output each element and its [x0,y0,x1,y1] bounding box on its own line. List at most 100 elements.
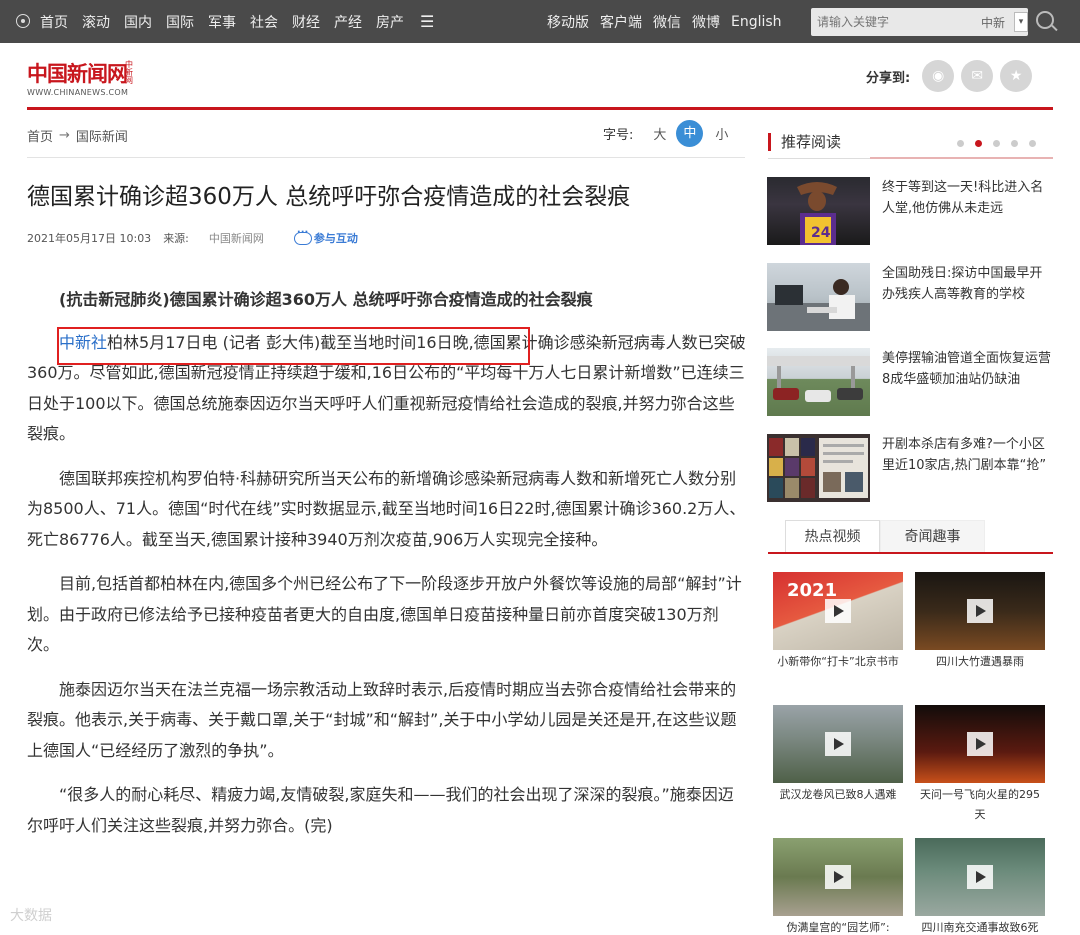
article-source[interactable]: 中国新闻网 [209,230,264,246]
video-thumbnail[interactable]: 2021 [773,572,903,650]
video-caption[interactable]: 小新带你“打卡”北京书市 [773,652,903,672]
video-caption[interactable]: 武汉龙卷风已致8人遇难 [773,785,903,805]
logo-chinese: 中国新闻网 [27,61,128,86]
video-caption[interactable]: 四川南充交通事故致6死 [915,918,1045,935]
font-size-large[interactable]: 大 [653,124,666,143]
nav-item-society[interactable]: 社会 [250,12,278,32]
nav-item-english[interactable]: English [731,14,782,30]
play-icon[interactable] [825,865,851,889]
play-icon[interactable] [967,865,993,889]
recommend-item[interactable]: 24 终于等到这一天!科比进入名人堂,他仿佛从未走远 [767,177,1057,245]
share-label: 分享到: [866,70,911,86]
video-card[interactable]: 2021 小新带你“打卡”北京书市 [773,572,903,672]
font-size-switcher: 字号: 大 中 小 [603,120,728,147]
article-date: 2021年05月17日 10:03 [27,232,152,245]
logo-english: WWW.CHINANEWS.COM [27,88,129,97]
play-icon[interactable] [967,732,993,756]
article-paragraph: 中新社柏林5月17日电 (记者 彭大伟)截至当地时间16日晚,德国累计确诊感染新… [27,328,747,450]
tab-oddities[interactable]: 奇闻趣事 [880,520,985,554]
play-icon[interactable] [967,599,993,623]
carousel-dot[interactable] [1029,140,1036,147]
comment-button[interactable]: 参与互动 [293,227,358,246]
video-card[interactable]: 四川大竹遭遇暴雨 [915,572,1045,672]
recommend-item-text[interactable]: 终于等到这一天!科比进入名人堂,他仿佛从未走远 [882,177,1054,219]
video-thumbnail[interactable] [915,572,1045,650]
kobe-photo-thumbnail[interactable]: 24 [767,177,870,245]
nav-item-international[interactable]: 国际 [166,12,194,32]
play-icon[interactable] [825,599,851,623]
article-body: (抗击新冠肺炎)德国累计确诊超360万人 总统呼吁弥合疫情造成的社会裂痕 中新社… [27,285,747,855]
wechat-share-icon[interactable]: ✉ [961,60,994,92]
script-kill-shop-photo-thumbnail[interactable] [767,434,870,502]
gas-station-photo-thumbnail[interactable] [767,348,870,416]
nav-item-industry[interactable]: 产经 [334,12,362,32]
nav-item-domestic[interactable]: 国内 [124,12,152,32]
agency-link[interactable]: 中新社 [59,333,107,352]
recommend-item[interactable]: 全国助残日:探访中国最早开办残疾人高等教育的学校 [767,263,1057,331]
video-caption[interactable]: 天问一号飞向火星的295天 [915,785,1045,825]
search-scope-label: 中新 [981,15,1006,30]
favorite-star-icon[interactable]: ★ [1000,60,1033,92]
breadcrumb: 首页 → 国际新闻 [27,126,128,145]
video-thumbnail[interactable] [915,838,1045,916]
logo-small-mark: 中新网 [125,60,133,85]
carousel-dot-active[interactable] [975,140,982,147]
video-thumb-year: 2021 [787,580,838,601]
font-size-small[interactable]: 小 [715,124,728,143]
recommend-item-text[interactable]: 全国助残日:探访中国最早开办残疾人高等教育的学校 [882,263,1054,305]
nav-item-home[interactable]: 首页 [40,12,68,32]
breadcrumb-home[interactable]: 首页 [27,126,53,145]
classroom-photo-thumbnail[interactable] [767,263,870,331]
chevron-down-icon[interactable]: ▾ [1014,12,1028,32]
site-logo[interactable]: 中国新闻网 中新网 WWW.CHINANEWS.COM [27,58,133,98]
nav-item-wechat[interactable]: 微信 [653,12,681,32]
watermark: 大数据 [10,908,52,924]
nav-item-scroll[interactable]: 滚动 [82,12,110,32]
search-input[interactable] [817,12,967,32]
nav-item-military[interactable]: 军事 [208,12,236,32]
nav-item-mobile[interactable]: 移动版 [547,12,589,32]
nav-item-client[interactable]: 客户端 [600,12,642,32]
video-card[interactable]: 四川南充交通事故致6死 [915,838,1045,935]
search-icon[interactable] [1036,11,1054,29]
recommend-item[interactable]: 美停摆输油管道全面恢复运营 8成华盛顿加油站仍缺油 [767,348,1057,416]
tabs-underline [768,552,1053,554]
video-card[interactable]: 武汉龙卷风已致8人遇难 [773,705,903,805]
video-caption[interactable]: 伪满皇宫的“园艺师”: [773,918,903,935]
play-icon[interactable] [825,732,851,756]
video-thumbnail[interactable] [773,705,903,783]
weibo-share-icon[interactable]: ◉ [922,60,955,92]
chat-bubble-icon [293,227,312,245]
video-card[interactable]: 天问一号飞向火星的295天 [915,705,1045,825]
carousel-dot[interactable] [993,140,1000,147]
video-thumbnail[interactable] [773,838,903,916]
menu-icon[interactable]: ☰ [420,12,434,31]
recommend-title: 推荐阅读 [768,133,841,151]
svg-text:24: 24 [811,225,831,241]
nav-item-finance[interactable]: 财经 [292,12,320,32]
nav-item-realestate[interactable]: 房产 [376,12,404,32]
breadcrumb-section[interactable]: 国际新闻 [76,126,128,145]
recommend-item[interactable]: 开剧本杀店有多难?一个小区里近10家店,热门剧本靠“抢” [767,434,1057,502]
recommend-item-text[interactable]: 美停摆输油管道全面恢复运营 8成华盛顿加油站仍缺油 [882,348,1054,390]
breadcrumb-divider [27,157,745,158]
nav-item-weibo[interactable]: 微博 [692,12,720,32]
video-thumbnail[interactable] [915,705,1045,783]
carousel-dots [957,140,1047,147]
recommend-item-text[interactable]: 开剧本杀店有多难?一个小区里近10家店,热门剧本靠“抢” [882,434,1054,476]
dateline-highlight: 柏林5月17日电 (记者 彭大伟)截至当地时间16日晚, [107,332,474,352]
search-scope-select[interactable]: 中新 ▾ [971,8,1028,36]
article-title: 德国累计确诊超360万人 总统呼吁弥合疫情造成的社会裂痕 [27,184,631,210]
article-paragraph: 施泰因迈尔当天在法兰克福一场宗教活动上致辞时表示,后疫情时期应当去弥合疫情给社会… [27,679,737,760]
carousel-dot[interactable] [957,140,964,147]
carousel-dot[interactable] [1011,140,1018,147]
recommend-divider-accent [870,157,1053,159]
tab-hot-videos[interactable]: 热点视频 [785,520,880,554]
share-bar: 分享到: ◉ ✉ ★ [866,60,1039,92]
video-caption[interactable]: 四川大竹遭遇暴雨 [915,652,1045,672]
header-divider [27,107,1053,110]
video-card[interactable]: 伪满皇宫的“园艺师”: [773,838,903,935]
home-circle-icon[interactable] [16,14,30,28]
font-size-medium[interactable]: 中 [676,120,704,147]
nav-secondary: 移动版 客户端 微信 微博 English [547,0,793,43]
